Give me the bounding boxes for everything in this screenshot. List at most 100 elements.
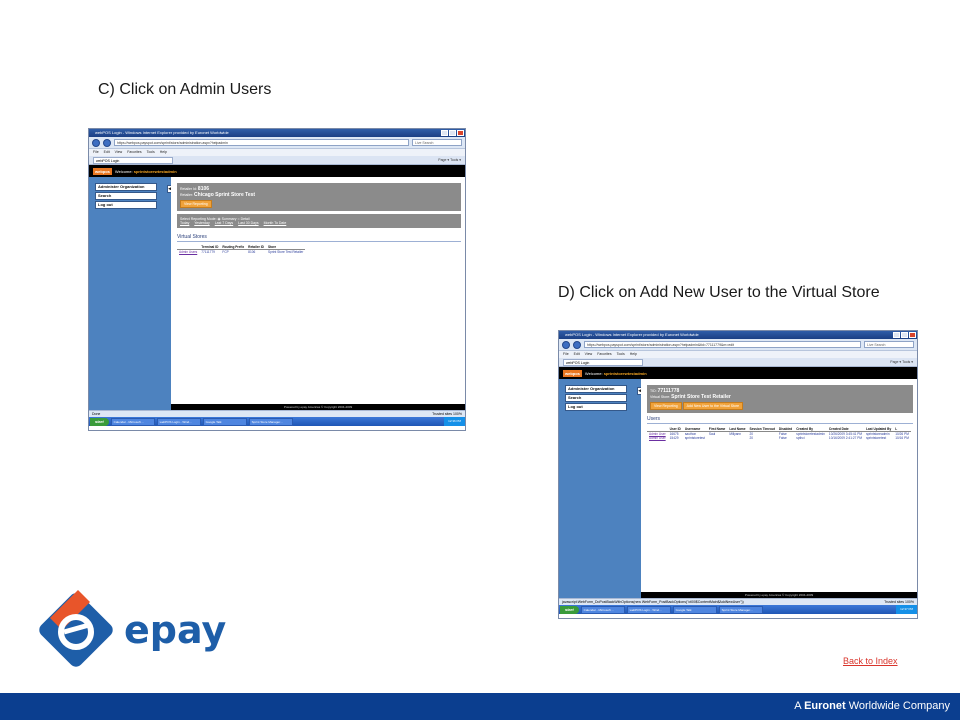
- users-table: User ID Username First Name Last Name Se…: [647, 427, 911, 440]
- cell-routing-prefix: FCP: [222, 250, 229, 254]
- task-store-manager[interactable]: Sprint Store Manager...: [248, 417, 293, 426]
- menu-help[interactable]: Help: [630, 351, 637, 358]
- screenshot-admin-users: webPOS Login - Windows Internet Explorer…: [88, 128, 466, 431]
- add-new-user-button[interactable]: Add New User to the Virtual Store: [682, 402, 744, 410]
- app-body: Administer Organization Search Log out ◀…: [559, 379, 917, 598]
- task-google-talk[interactable]: Google Talk: [202, 417, 247, 426]
- forward-arrow-icon[interactable]: [103, 138, 111, 147]
- nav-search[interactable]: Search: [565, 394, 627, 402]
- epay-logo-icon: epay: [39, 590, 226, 667]
- taskbar: start Calendar - Microsoft ... webPOS Lo…: [89, 417, 465, 426]
- task-webpos[interactable]: webPOS Login - Wind...: [156, 417, 201, 426]
- link-month-to-date[interactable]: Month To Date: [264, 221, 287, 225]
- cell-session-timeout: 20: [749, 436, 754, 440]
- link-last-30-days[interactable]: Last 30 Days: [238, 221, 258, 225]
- cell-last-updated-date: 10/16 PM: [895, 436, 909, 440]
- col-last-updated-by: Last Updated By: [864, 427, 894, 432]
- col-terminal-id: Terminal ID: [199, 245, 221, 250]
- command-bar[interactable]: Page ▾ Tools ▾: [890, 360, 917, 364]
- view-reporting-button[interactable]: View Reporting: [650, 402, 682, 410]
- menu-view[interactable]: View: [585, 351, 593, 358]
- step-c-heading: C) Click on Admin Users: [98, 81, 272, 98]
- taskbar: start Calendar - Microsoft ... webPOS Lo…: [559, 605, 917, 614]
- menu-help[interactable]: Help: [160, 149, 167, 156]
- ie-title-bar: webPOS Login - Windows Internet Explorer…: [559, 331, 917, 339]
- back-arrow-icon[interactable]: [92, 138, 100, 147]
- powered-by-footer: Powered by epay Americas © Copyright 200…: [641, 592, 917, 598]
- system-clock: 12:36 PM: [444, 417, 465, 426]
- url-field[interactable]: https://webpos.payspot.com/sprint/store/…: [584, 341, 861, 348]
- task-google-talk[interactable]: Google Talk: [672, 605, 717, 614]
- close-icon[interactable]: [909, 332, 916, 338]
- nav-log-out[interactable]: Log out: [565, 403, 627, 411]
- link-today[interactable]: Today: [180, 221, 189, 225]
- link-yesterday[interactable]: Yesterday: [194, 221, 209, 225]
- back-arrow-icon[interactable]: [562, 340, 570, 349]
- retailer-panel: Retailer Id: 8106 Retailer: Chicago Spri…: [177, 183, 461, 211]
- search-field[interactable]: Live Search: [412, 139, 462, 146]
- minimize-icon[interactable]: [441, 130, 448, 136]
- close-icon[interactable]: [457, 130, 464, 136]
- screenshot-add-new-user: webPOS Login - Windows Internet Explorer…: [558, 330, 918, 619]
- col-disabled: Disabled: [776, 427, 795, 432]
- back-to-index-link[interactable]: Back to Index: [843, 656, 898, 666]
- menu-edit[interactable]: Edit: [104, 149, 110, 156]
- webpos-logo: webpos: [93, 167, 112, 175]
- browser-tab[interactable]: webPOS Login: [93, 156, 173, 164]
- command-bar[interactable]: Page ▾ Tools ▾: [438, 158, 465, 162]
- menu-edit[interactable]: Edit: [574, 351, 580, 358]
- task-webpos[interactable]: webPOS Login - Wind...: [626, 605, 671, 614]
- address-bar: https://webpos.payspot.com/sprint/store/…: [559, 339, 917, 351]
- menu-file[interactable]: File: [563, 351, 569, 358]
- window-title: webPOS Login - Windows Internet Explorer…: [565, 332, 699, 337]
- start-button[interactable]: start: [90, 417, 109, 426]
- link-last-7-days[interactable]: Last 7 Days: [215, 221, 233, 225]
- admin-users-link[interactable]: Admin Users: [177, 250, 199, 254]
- nav-log-out[interactable]: Log out: [95, 201, 157, 209]
- cell-terminal-id: 77111779: [201, 250, 215, 254]
- col-routing-prefix: Routing Prefix: [220, 245, 247, 250]
- menu-bar: File Edit View Favorites Tools Help: [89, 149, 465, 156]
- maximize-icon[interactable]: [901, 332, 908, 338]
- app-header: webpos Welcome: sprintstorewtestadmin: [89, 165, 465, 177]
- app-body: Administer Organization Search Log out ◀…: [89, 177, 465, 410]
- main-content: Retailer Id: 8106 Retailer: Chicago Spri…: [171, 177, 465, 410]
- nav-administer-organization[interactable]: Administer Organization: [565, 385, 627, 393]
- cell-user-id: 15429: [669, 436, 679, 440]
- cell-last-updated-by: sprintstoretest: [866, 436, 887, 440]
- step-d-heading: D) Click on Add New User to the Virtual …: [558, 284, 880, 301]
- tab-strip: webPOS Login Page ▾ Tools ▾: [89, 156, 465, 165]
- task-calendar[interactable]: Calendar - Microsoft ...: [110, 417, 155, 426]
- left-nav: Administer Organization Search Log out ◀: [89, 177, 173, 410]
- status-text: Done: [92, 412, 101, 416]
- reporting-panel: Select Reporting Mode: ◉ Summary ○ Detai…: [177, 214, 461, 228]
- status-text: javascript:WebForm_DoPostBackWithOptions…: [562, 600, 744, 604]
- minimize-icon[interactable]: [893, 332, 900, 338]
- url-field[interactable]: https://webpos.payspot.com/sprint/store/…: [114, 139, 409, 146]
- menu-favorites[interactable]: Favorites: [597, 351, 611, 358]
- welcome-text: Welcome: sprintstorewtestadmin: [114, 168, 177, 174]
- task-store-manager[interactable]: Sprint Store Manager...: [718, 605, 763, 614]
- menu-favorites[interactable]: Favorites: [127, 149, 141, 156]
- view-reporting-button[interactable]: View Reporting: [180, 200, 212, 208]
- forward-arrow-icon[interactable]: [573, 340, 581, 349]
- nav-search[interactable]: Search: [95, 192, 157, 200]
- admin-user-link[interactable]: Admin User: [647, 436, 668, 440]
- menu-tools[interactable]: Tools: [617, 351, 625, 358]
- nav-administer-organization[interactable]: Administer Organization: [95, 183, 157, 191]
- menu-file[interactable]: File: [93, 149, 99, 156]
- status-bar: Done Trusted sites 100%: [89, 410, 465, 417]
- retailer-name: Chicago Sprint Store Test: [194, 192, 256, 198]
- search-field[interactable]: Live Search: [864, 341, 914, 348]
- logo-wordmark: epay: [124, 608, 226, 652]
- window-title: webPOS Login - Windows Internet Explorer…: [95, 130, 229, 135]
- menu-bar: File Edit View Favorites Tools Help: [559, 351, 917, 358]
- task-calendar[interactable]: Calendar - Microsoft ...: [580, 605, 625, 614]
- browser-tab[interactable]: webPOS Login: [563, 358, 643, 366]
- app-header: webpos Welcome: sprintstorewtestadmin: [559, 367, 917, 379]
- start-button[interactable]: start: [560, 605, 579, 614]
- menu-tools[interactable]: Tools: [147, 149, 155, 156]
- ie-title-bar: webPOS Login - Windows Internet Explorer…: [89, 129, 465, 137]
- menu-view[interactable]: View: [115, 149, 123, 156]
- maximize-icon[interactable]: [449, 130, 456, 136]
